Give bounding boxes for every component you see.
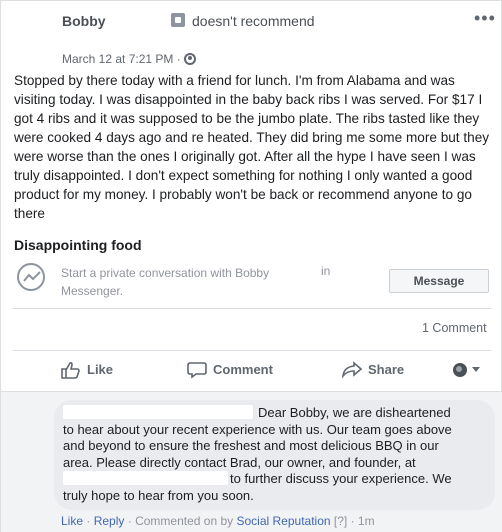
review-body: Stopped by there today with a friend for… bbox=[14, 73, 490, 221]
like-button[interactable]: Like bbox=[61, 361, 121, 381]
reply-reply-link[interactable]: Reply bbox=[94, 514, 125, 528]
author-name[interactable]: Bobby bbox=[62, 13, 106, 29]
comment-button[interactable]: Comment bbox=[187, 361, 282, 381]
reply-line: area. Please directly contact Brad, our … bbox=[63, 454, 416, 470]
post-date[interactable]: March 12 at 7:21 PM · bbox=[62, 52, 181, 66]
reply-line: truly hope to hear from you soon. bbox=[63, 487, 254, 503]
message-button[interactable]: Message bbox=[389, 269, 489, 293]
comment-label: Comment bbox=[213, 362, 273, 377]
audience-avatar-icon[interactable] bbox=[453, 363, 467, 377]
reply-line: to hear about your recent experience wit… bbox=[63, 421, 452, 437]
globe-icon[interactable] bbox=[184, 53, 196, 65]
reply-line: Dear Bobby, we are disheartened bbox=[258, 405, 451, 420]
recommendation-icon bbox=[171, 13, 185, 27]
divider bbox=[13, 308, 491, 309]
help-link[interactable]: [?] bbox=[334, 514, 347, 528]
reply-meta: Like · Reply · Commented on by Social Re… bbox=[61, 514, 375, 528]
reply-time[interactable]: 1m bbox=[358, 514, 375, 528]
caret-down-icon[interactable] bbox=[472, 367, 480, 372]
thumbs-up-icon bbox=[61, 361, 80, 379]
review-headline: Disappointing food bbox=[14, 237, 142, 253]
share-icon bbox=[342, 361, 362, 379]
reply-text: Dear Bobby, we are disheartened to hear … bbox=[63, 405, 491, 504]
review-card: Bobby doesn't recommend ••• March 12 at … bbox=[0, 0, 502, 532]
comment-count[interactable]: 1 Comment bbox=[422, 321, 487, 335]
divider bbox=[13, 350, 491, 351]
messenger-prompt: Start a private conversation with Bobby … bbox=[61, 266, 270, 298]
share-button[interactable]: Share bbox=[342, 361, 412, 381]
commented-on-by: Commented on by bbox=[135, 514, 234, 528]
reply-line: and beyond to ensure the freshest and mo… bbox=[63, 438, 439, 453]
like-label: Like bbox=[87, 362, 114, 377]
reply-like-link[interactable]: Like bbox=[61, 514, 83, 528]
comment-icon bbox=[187, 362, 207, 379]
share-label: Share bbox=[368, 362, 405, 377]
reply-line: to further discuss your experience. We bbox=[230, 471, 452, 486]
page-link[interactable]: Social Reputation bbox=[236, 514, 330, 528]
recommendation-status: doesn't recommend bbox=[192, 13, 315, 29]
messenger-icon bbox=[17, 263, 45, 291]
ellipsis-icon[interactable]: ••• bbox=[474, 9, 496, 27]
messenger-in-label: in bbox=[321, 264, 331, 278]
